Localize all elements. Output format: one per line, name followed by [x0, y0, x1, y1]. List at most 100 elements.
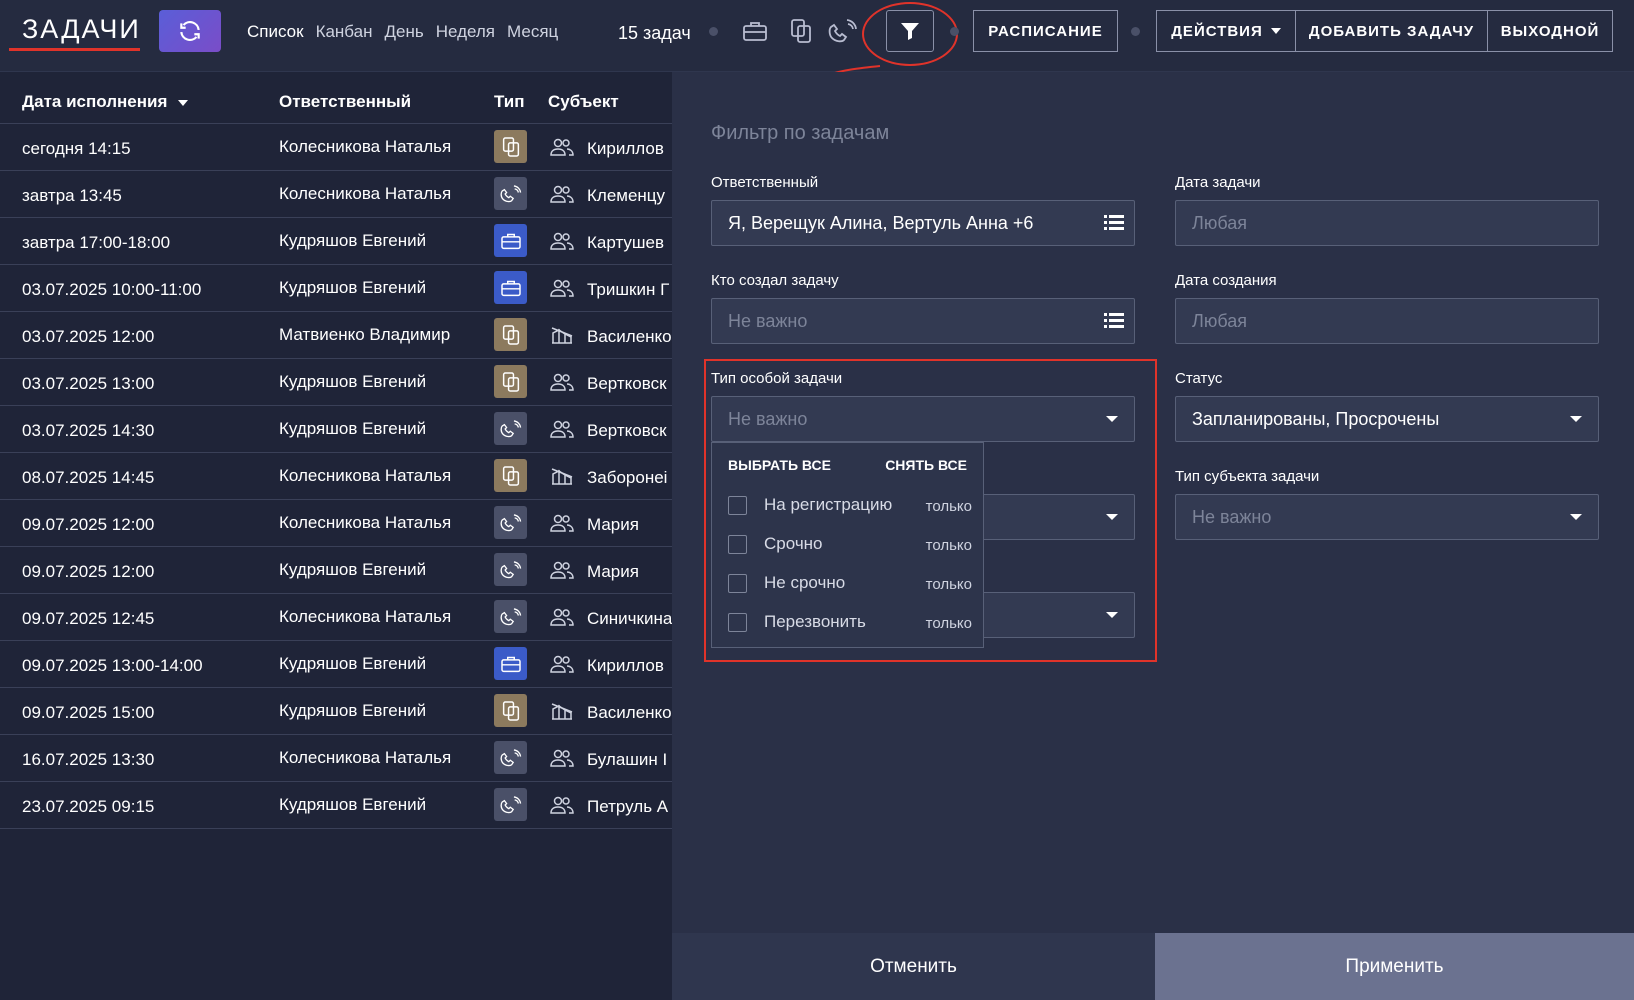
people-icon	[550, 513, 574, 533]
row-subject[interactable]: Мария	[587, 515, 672, 535]
status-label: Статус	[1175, 370, 1223, 387]
created-date-field[interactable]: Любая	[1175, 298, 1599, 344]
responsible-value: Я, Верещук Алина, Вертуль Анна +6	[728, 213, 1034, 233]
table-row[interactable]: 09.07.2025 12:45 Колесникова Наталья Син…	[0, 594, 672, 641]
table-row[interactable]: 03.07.2025 13:00 Кудряшов Евгений Вертко…	[0, 359, 672, 406]
table-row[interactable]: завтра 13:45 Колесникова Наталья Клеменц…	[0, 171, 672, 218]
row-responsible: Кудряшов Евгений	[279, 278, 427, 297]
row-subject[interactable]: Картушев	[587, 233, 672, 253]
creator-label: Кто создал задачу	[711, 272, 839, 289]
row-responsible: Кудряшов Евгений	[279, 419, 427, 438]
people-icon	[550, 654, 574, 674]
filter-button[interactable]	[886, 10, 934, 52]
subject-type-label: Тип субъекта задачи	[1175, 468, 1320, 485]
column-due-date[interactable]: Дата исполнения	[22, 92, 189, 112]
row-due-date: 09.07.2025 13:00-14:00	[22, 656, 203, 675]
task-date-field[interactable]: Любая	[1175, 200, 1599, 246]
list-icon	[1104, 313, 1124, 328]
row-subject[interactable]: Вертковск	[587, 374, 672, 394]
row-due-date: 03.07.2025 13:00	[22, 374, 155, 393]
row-subject[interactable]: Мария	[587, 562, 672, 582]
copy-icon	[791, 19, 811, 43]
table-row[interactable]: 03.07.2025 12:00 Матвиенко Владимир Васи…	[0, 312, 672, 359]
clear-all-button[interactable]: СНЯТЬ ВСЕ	[885, 457, 967, 473]
people-icon	[550, 231, 574, 251]
only-link[interactable]: только	[926, 498, 972, 515]
cancel-button[interactable]: Отменить	[672, 933, 1155, 1000]
day-off-button[interactable]: ВЫХОДНОЙ	[1487, 10, 1613, 52]
column-responsible[interactable]: Ответственный	[279, 92, 411, 112]
row-due-date: 09.07.2025 12:00	[22, 515, 155, 534]
checkbox[interactable]	[728, 496, 747, 515]
row-subject[interactable]: Клеменцу	[587, 186, 672, 206]
row-subject[interactable]: Кириллов	[587, 656, 672, 676]
special-type-select[interactable]: Не важно	[711, 396, 1135, 442]
select-all-button[interactable]: ВЫБРАТЬ ВСЕ	[728, 457, 831, 473]
table-row[interactable]: завтра 17:00-18:00 Кудряшов Евгений Карт…	[0, 218, 672, 265]
tab-week[interactable]: Неделя	[436, 22, 495, 42]
table-row[interactable]: 03.07.2025 14:30 Кудряшов Евгений Вертко…	[0, 406, 672, 453]
briefcase-icon	[743, 22, 767, 41]
people-icon	[550, 419, 574, 439]
row-subject[interactable]: Вертковск	[587, 421, 672, 441]
special-type-option[interactable]: Срочно только	[728, 532, 972, 556]
phone-icon	[494, 788, 527, 821]
table-body: сегодня 14:15 Колесникова Наталья Кирилл…	[0, 124, 672, 829]
row-due-date: 16.07.2025 13:30	[22, 750, 155, 769]
tab-kanban[interactable]: Канбан	[316, 22, 373, 42]
actions-button[interactable]: ДЕЙСТВИЯ	[1156, 10, 1296, 52]
copy-icon	[494, 318, 527, 351]
row-subject[interactable]: Кириллов	[587, 139, 672, 159]
row-subject[interactable]: Заборонеi	[587, 468, 672, 488]
checkbox[interactable]	[728, 574, 747, 593]
refresh-icon	[180, 21, 200, 41]
column-type[interactable]: Тип	[494, 92, 524, 112]
tab-month[interactable]: Месяц	[507, 22, 558, 42]
table-row[interactable]: 23.07.2025 09:15 Кудряшов Евгений Петрул…	[0, 782, 672, 829]
tab-day[interactable]: День	[385, 22, 424, 42]
copy-filter-button[interactable]	[784, 14, 818, 48]
row-subject[interactable]: Булашин I	[587, 750, 672, 770]
row-due-date: завтра 13:45	[22, 186, 122, 205]
add-task-button[interactable]: ДОБАВИТЬ ЗАДАЧУ	[1295, 10, 1488, 52]
separator-dot	[709, 27, 718, 36]
row-subject[interactable]: Петруль А	[587, 797, 672, 817]
table-row[interactable]: 09.07.2025 12:00 Кудряшов Евгений Мария	[0, 547, 672, 594]
row-responsible: Колесникова Наталья	[279, 466, 452, 485]
apply-button[interactable]: Применить	[1155, 933, 1634, 1000]
people-icon	[550, 560, 574, 580]
table-row[interactable]: 09.07.2025 13:00-14:00 Кудряшов Евгений …	[0, 641, 672, 688]
only-link[interactable]: только	[926, 615, 972, 632]
creator-value: Не важно	[728, 311, 808, 331]
row-responsible: Колесникова Наталья	[279, 607, 452, 626]
row-subject[interactable]: Василенко	[587, 703, 672, 723]
row-subject[interactable]: Василенко	[587, 327, 672, 347]
phone-filter-button[interactable]	[826, 14, 860, 48]
table-row[interactable]: 09.07.2025 15:00 Кудряшов Евгений Василе…	[0, 688, 672, 735]
table-row[interactable]: сегодня 14:15 Колесникова Наталья Кирилл…	[0, 124, 672, 171]
creator-field[interactable]: Не важно	[711, 298, 1135, 344]
table-row[interactable]: 03.07.2025 10:00-11:00 Кудряшов Евгений …	[0, 265, 672, 312]
special-type-option[interactable]: Перезвонить только	[728, 610, 972, 634]
table-row[interactable]: 08.07.2025 14:45 Колесникова Наталья Заб…	[0, 453, 672, 500]
refresh-button[interactable]	[159, 10, 221, 52]
special-type-option[interactable]: На регистрацию только	[728, 493, 972, 517]
column-subject[interactable]: Субъект	[548, 92, 619, 112]
status-select[interactable]: Запланированы, Просрочены	[1175, 396, 1599, 442]
row-due-date: 03.07.2025 10:00-11:00	[22, 280, 202, 299]
only-link[interactable]: только	[926, 537, 972, 554]
row-subject[interactable]: Тришкин Г	[587, 280, 672, 300]
table-row[interactable]: 16.07.2025 13:30 Колесникова Наталья Бул…	[0, 735, 672, 782]
only-link[interactable]: только	[926, 576, 972, 593]
tab-list[interactable]: Список	[247, 22, 304, 42]
checkbox[interactable]	[728, 613, 747, 632]
briefcase-filter-button[interactable]	[738, 14, 772, 48]
subject-type-select[interactable]: Не важно	[1175, 494, 1599, 540]
responsible-field[interactable]: Я, Верещук Алина, Вертуль Анна +6	[711, 200, 1135, 246]
table-row[interactable]: 09.07.2025 12:00 Колесникова Наталья Мар…	[0, 500, 672, 547]
row-subject[interactable]: Синичкина	[587, 609, 672, 629]
phone-icon	[494, 600, 527, 633]
special-type-option[interactable]: Не срочно только	[728, 571, 972, 595]
schedule-button[interactable]: РАСПИСАНИЕ	[973, 10, 1118, 52]
checkbox[interactable]	[728, 535, 747, 554]
